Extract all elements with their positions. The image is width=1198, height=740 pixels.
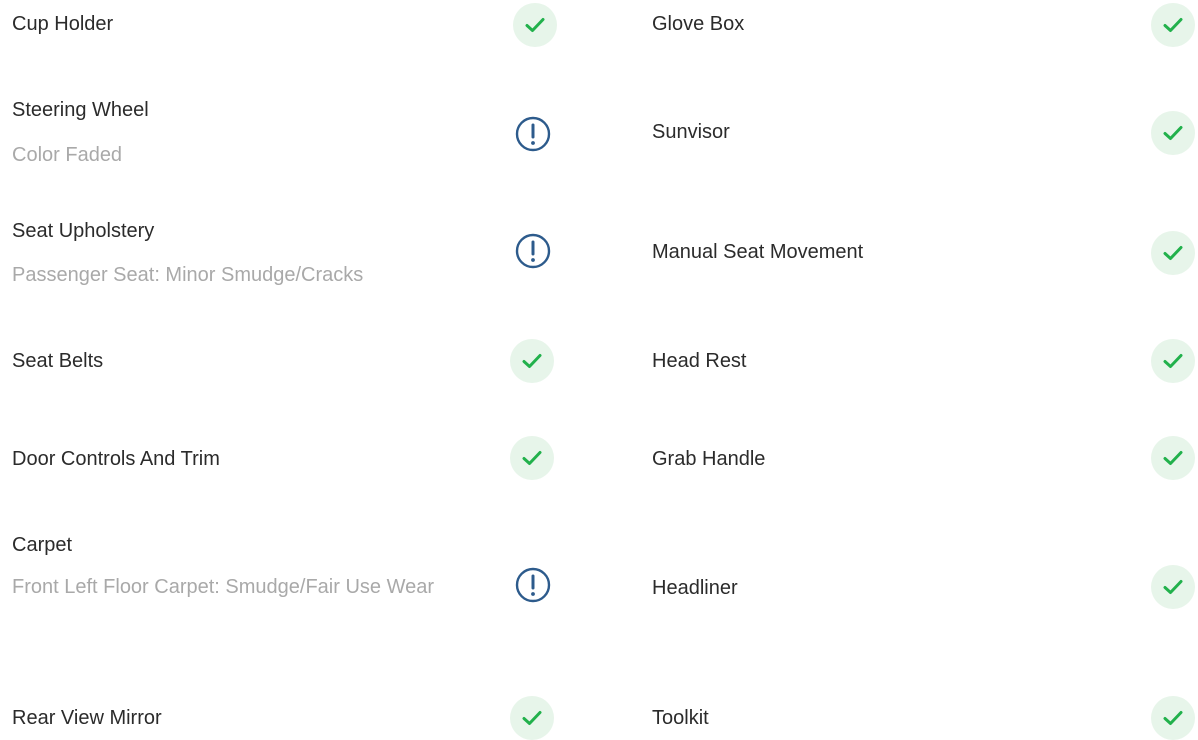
checkmark-icon — [525, 18, 545, 32]
checkmark-icon — [1163, 354, 1183, 368]
status-warning-badge — [511, 112, 555, 156]
item-label: Head Rest — [652, 350, 747, 372]
item-label: Cup Holder — [12, 13, 114, 35]
exclamation-circle-icon — [515, 567, 551, 603]
status-ok-badge — [1151, 565, 1195, 609]
checkmark-icon — [1163, 18, 1183, 32]
item-label: Sunvisor — [652, 121, 730, 143]
status-ok-badge — [510, 696, 554, 740]
item-label: Glove Box — [652, 13, 745, 35]
item-note: Color Faded — [12, 144, 123, 166]
status-warning-badge — [511, 229, 555, 273]
status-ok-badge — [510, 436, 554, 480]
item-label: Grab Handle — [652, 448, 766, 470]
checkmark-icon — [1163, 451, 1183, 465]
checkmark-icon — [1163, 246, 1183, 260]
status-warning-badge — [511, 563, 555, 607]
status-ok-badge — [1151, 111, 1195, 155]
exclamation-circle-icon — [515, 116, 551, 152]
status-ok-badge — [513, 3, 557, 47]
checkmark-icon — [1163, 126, 1183, 140]
item-note: Front Left Floor Carpet: Smudge/Fair Use… — [12, 576, 435, 598]
item-label: Rear View Mirror — [12, 707, 162, 729]
status-ok-badge — [1151, 339, 1195, 383]
item-label: Carpet — [12, 534, 73, 556]
item-label: Headliner — [652, 577, 738, 599]
item-label: Toolkit — [652, 707, 709, 729]
item-note: Passenger Seat: Minor Smudge/Cracks — [12, 264, 364, 286]
checkmark-icon — [522, 451, 542, 465]
status-ok-badge — [1151, 696, 1195, 740]
checkmark-icon — [522, 711, 542, 725]
item-label: Steering Wheel — [12, 99, 149, 121]
exclamation-circle-icon — [515, 233, 551, 269]
item-label: Seat Upholstery — [12, 220, 155, 242]
status-ok-badge — [1151, 436, 1195, 480]
checkmark-icon — [522, 354, 542, 368]
checkmark-icon — [1163, 580, 1183, 594]
item-label: Door Controls And Trim — [12, 448, 220, 470]
checkmark-icon — [1163, 711, 1183, 725]
item-label: Seat Belts — [12, 350, 104, 372]
status-ok-badge — [510, 339, 554, 383]
status-ok-badge — [1151, 3, 1195, 47]
status-ok-badge — [1151, 231, 1195, 275]
item-label: Manual Seat Movement — [652, 241, 864, 263]
